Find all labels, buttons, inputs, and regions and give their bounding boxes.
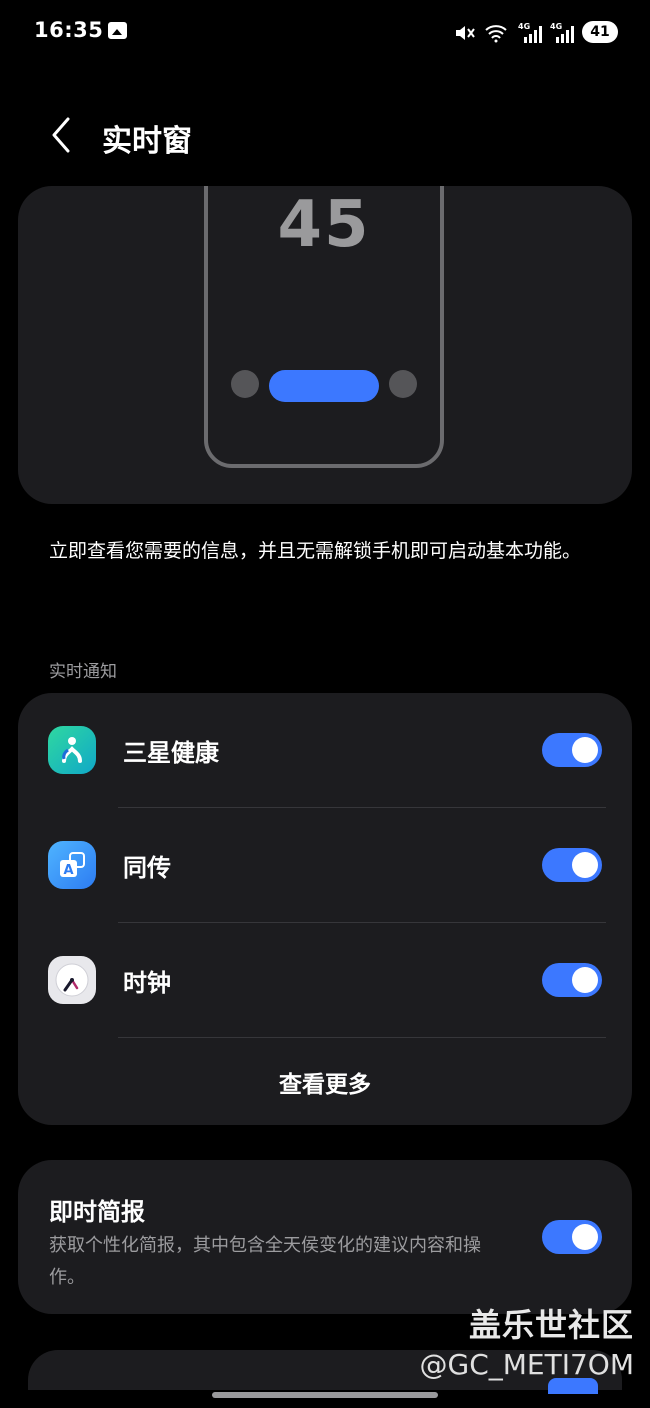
back-button[interactable] <box>38 112 84 158</box>
phone-illustration: 45 <box>204 186 444 468</box>
toggle-instant-briefing[interactable] <box>542 1220 602 1254</box>
signal-4g-icon: 4G <box>550 21 574 43</box>
chevron-left-icon <box>52 117 70 153</box>
app-label: 时钟 <box>123 969 171 997</box>
toggle-knob <box>572 1224 598 1250</box>
page-title: 实时窗 <box>102 124 192 159</box>
status-time: 16:35 <box>34 18 104 42</box>
signal-4g-icon: 4G <box>518 21 542 43</box>
section-header-live-notifications: 实时通知 <box>49 662 117 682</box>
samsung-health-icon <box>48 726 96 774</box>
list-item-interpreter[interactable]: A 同传 <box>18 808 632 923</box>
feature-description: 立即查看您需要的信息，并且无需解锁手机即可启动基本功能。 <box>49 540 582 562</box>
status-bar: 16:35 4G 4G 41 <box>0 0 650 64</box>
svg-text:A: A <box>64 863 74 878</box>
preview-dot-right <box>389 370 417 398</box>
top-app-bar: 实时窗 <box>0 100 650 170</box>
preview-illustration: 45 <box>18 186 632 504</box>
battery-indicator: 41 <box>582 21 618 43</box>
toggle-samsung-health[interactable] <box>542 733 602 767</box>
image-icon <box>108 22 127 39</box>
preview-dot-left <box>231 370 259 398</box>
wifi-icon <box>484 21 510 43</box>
preview-clock: 45 <box>277 188 371 262</box>
svg-text:4G: 4G <box>518 22 530 31</box>
toggle-knob <box>572 737 598 763</box>
instant-briefing-setting[interactable]: 即时简报 获取个性化简报，其中包含全天侯变化的建议内容和操作。 <box>18 1160 632 1314</box>
watermark-title: 盖乐世社区 <box>468 1306 634 1344</box>
interpreter-icon: A <box>48 841 96 889</box>
watermark-handle: @GC_METI7OM <box>419 1348 634 1381</box>
svg-text:4G: 4G <box>550 22 562 31</box>
list-item-samsung-health[interactable]: 三星健康 <box>18 693 632 808</box>
briefing-title: 即时简报 <box>49 1198 145 1226</box>
home-indicator[interactable] <box>212 1392 438 1398</box>
live-notifications-list: 三星健康 A 同传 时钟 查看更多 <box>18 693 632 1125</box>
mute-icon <box>454 21 476 43</box>
app-label: 三星健康 <box>123 739 219 767</box>
status-icons: 4G 4G 41 <box>454 18 618 46</box>
divider <box>118 1037 606 1038</box>
toggle-knob <box>572 967 598 993</box>
toggle-clock[interactable] <box>542 963 602 997</box>
clock-icon <box>48 956 96 1004</box>
toggle-interpreter[interactable] <box>542 848 602 882</box>
see-more-button[interactable]: 查看更多 <box>18 1065 632 1099</box>
briefing-description: 获取个性化简报，其中包含全天侯变化的建议内容和操作。 <box>49 1235 481 1288</box>
list-item-clock[interactable]: 时钟 <box>18 923 632 1038</box>
preview-live-pill <box>269 370 379 402</box>
toggle-knob <box>572 852 598 878</box>
app-label: 同传 <box>123 854 171 882</box>
